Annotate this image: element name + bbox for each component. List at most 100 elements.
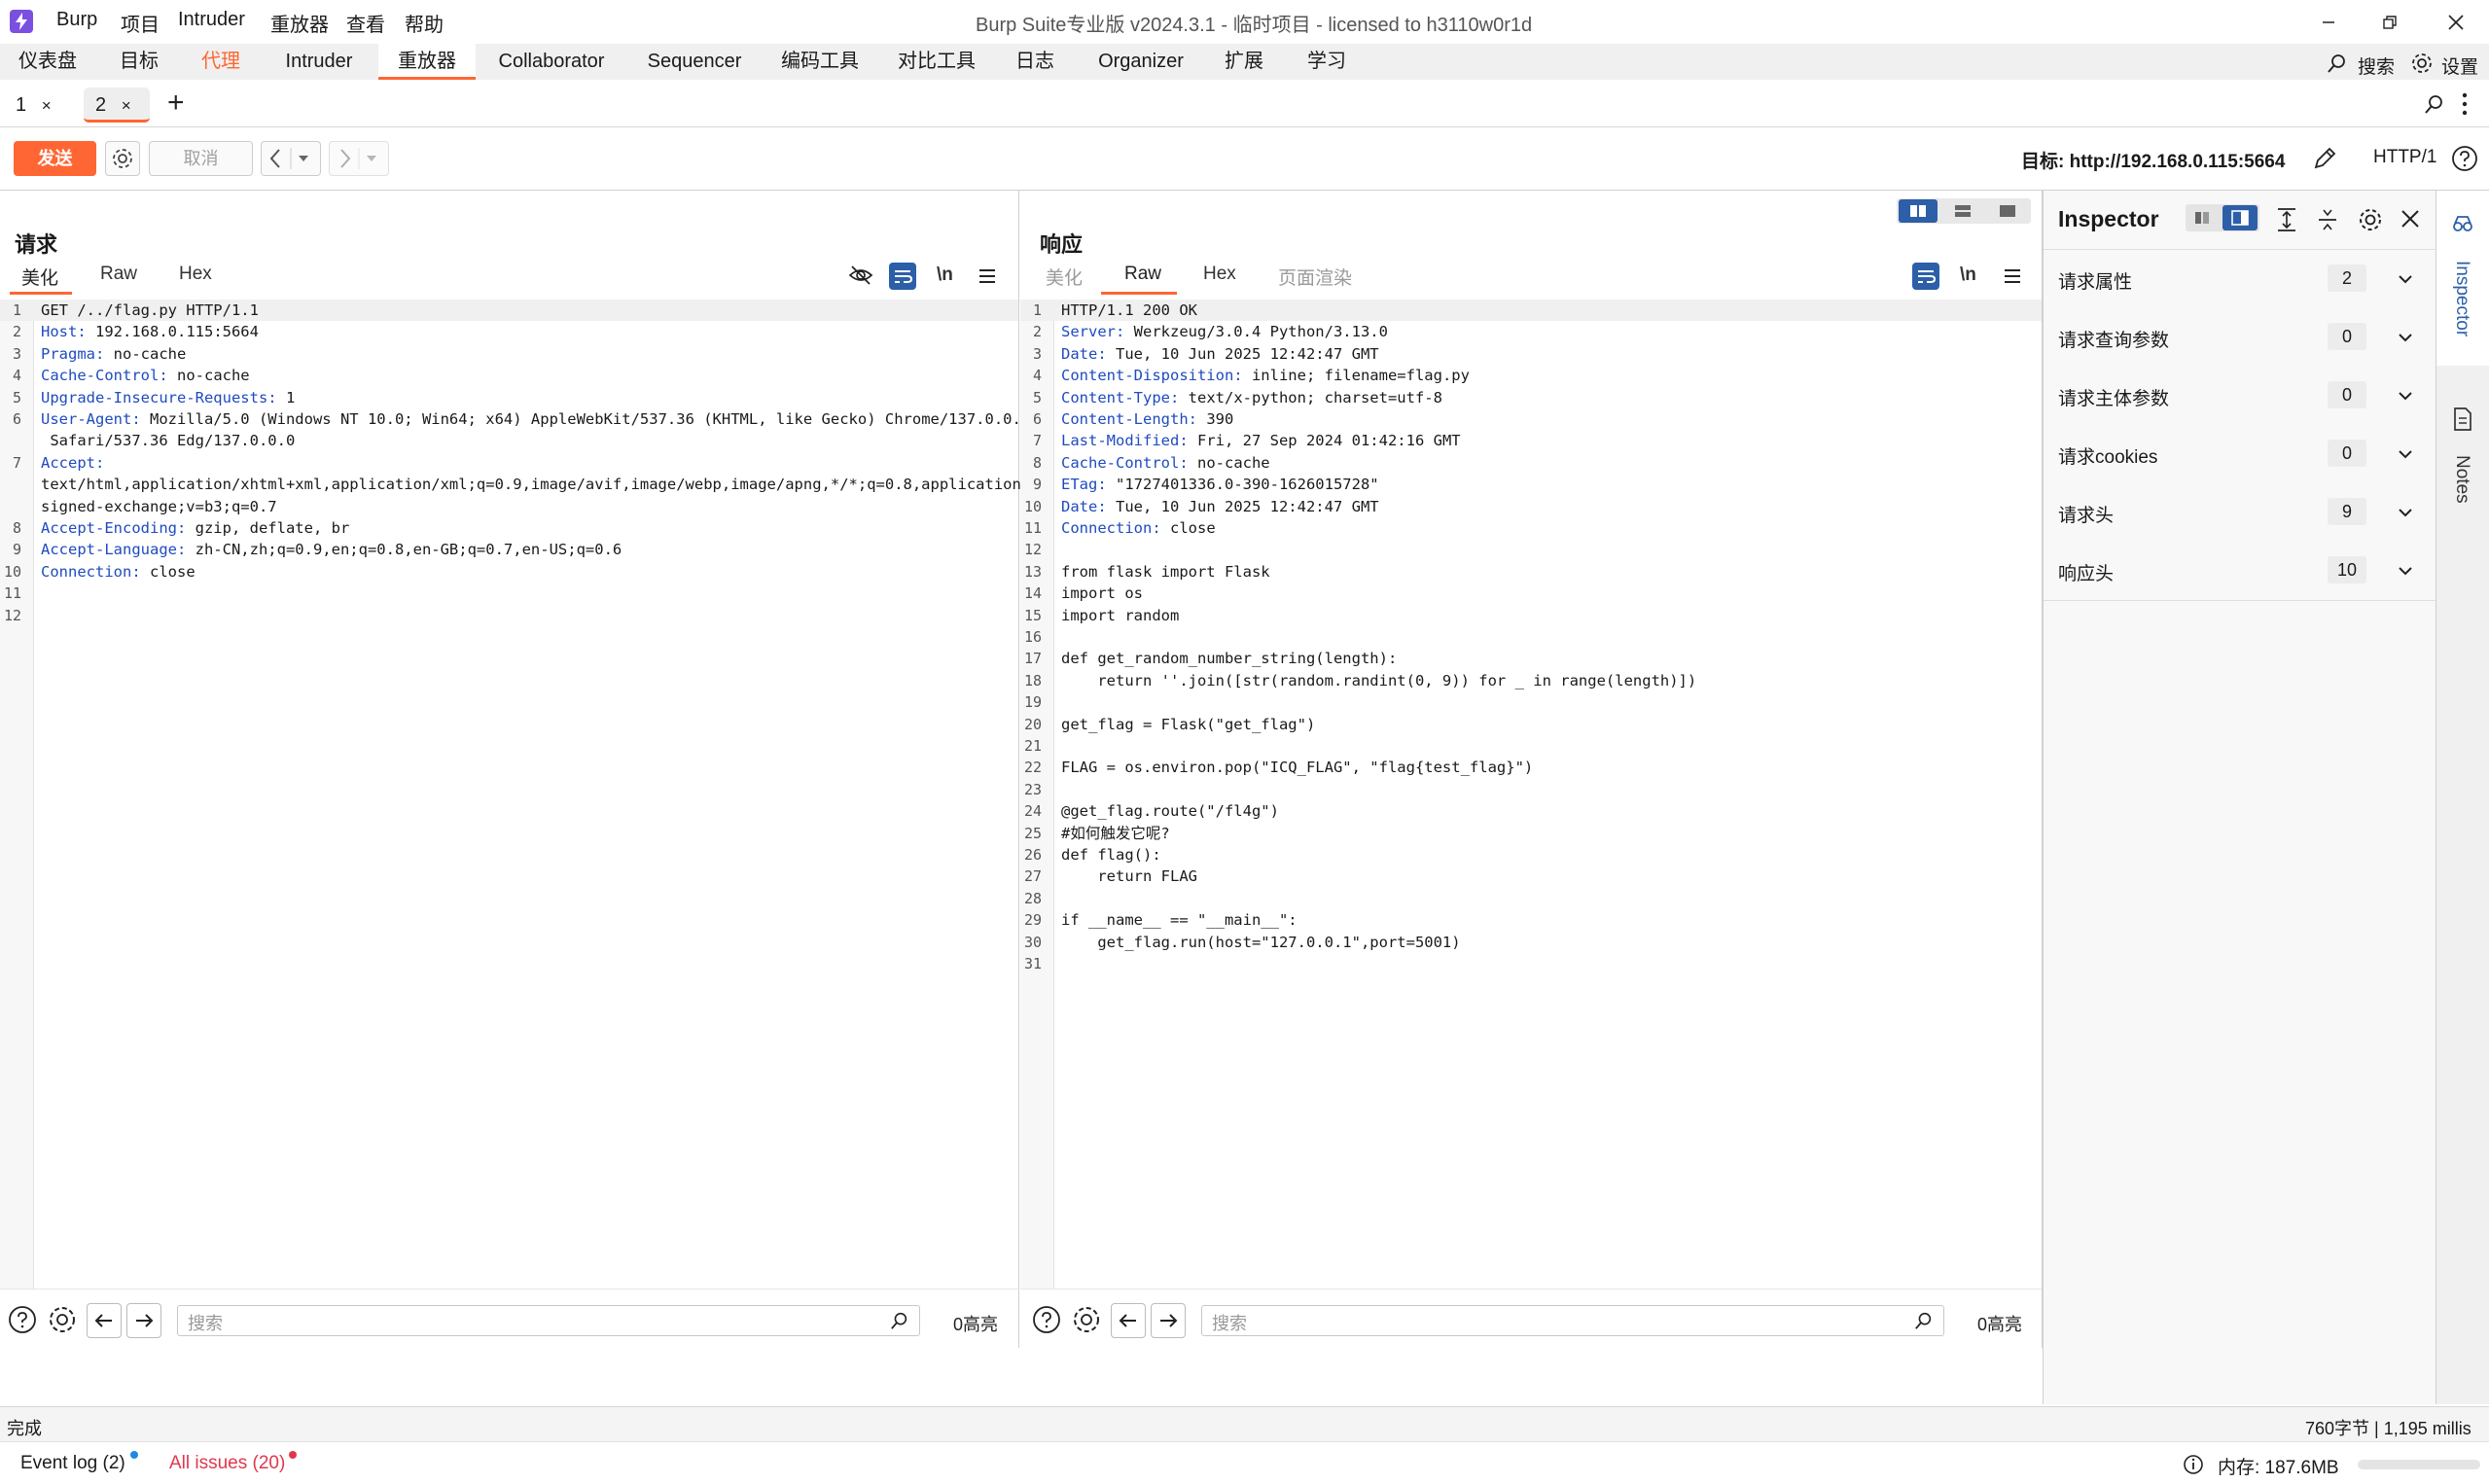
tab-decoder[interactable]: 编码工具 — [768, 44, 871, 80]
editor-line[interactable]: 7 Last-Modified: Fri, 27 Sep 2024 01:42:1… — [1020, 430, 2042, 451]
history-back-button[interactable] — [261, 141, 321, 176]
editor-line[interactable]: 3 Date: Tue, 10 Jun 2025 12:42:47 GMT — [1020, 343, 2042, 365]
chevron-down-icon[interactable] — [2396, 503, 2415, 522]
editor-line[interactable]: 22 FLAG = os.environ.pop("ICQ_FLAG", "fla… — [1020, 757, 2042, 778]
inspector-section[interactable]: 请求头 9 — [2044, 483, 2436, 543]
editor-line[interactable]: 14 import os — [1020, 583, 2042, 604]
editor-line[interactable]: 15 import random — [1020, 605, 2042, 626]
chevron-down-icon[interactable] — [2396, 386, 2415, 406]
editor-line[interactable]: 2 Host: 192.168.0.115:5664 — [0, 321, 1018, 342]
menu-view[interactable]: 查看 — [346, 9, 385, 37]
inspector-section[interactable]: 请求cookies 0 — [2044, 425, 2436, 484]
add-tab-button[interactable]: + — [167, 86, 185, 121]
editor-line[interactable]: 18 return ''.join([str(random.randint(0,… — [1020, 670, 2042, 691]
restore-button[interactable] — [2361, 0, 2419, 44]
editor-line[interactable]: 20 get_flag = Flask("get_flag") — [1020, 714, 2042, 735]
menu-icon[interactable] — [978, 266, 997, 286]
arrow-left-icon[interactable] — [87, 1303, 122, 1338]
editor-line[interactable]: 6 User-Agent: Mozilla/5.0 (Windows NT 10.… — [0, 408, 1030, 430]
close-icon[interactable] — [2400, 208, 2421, 230]
event-log-button[interactable]: Event log (2) — [20, 1453, 125, 1474]
response-tab-hex[interactable]: Hex — [1203, 264, 1236, 285]
tab-close-icon[interactable]: × — [42, 96, 52, 115]
cancel-button[interactable]: 取消 — [149, 141, 253, 176]
editor-line[interactable]: 1 HTTP/1.1 200 OK — [1020, 300, 2042, 322]
tab-target[interactable]: 目标 — [101, 44, 177, 80]
arrow-right-icon[interactable] — [126, 1303, 161, 1338]
response-editor[interactable]: 1 HTTP/1.1 200 OK 2 Server: Werkzeug/3.0.4 … — [1020, 300, 2042, 1290]
help-icon[interactable] — [1030, 1303, 1063, 1336]
editor-line[interactable]: 9 ETag: "1727401336.0-390-1626015728" — [1020, 474, 2042, 495]
layout-tabs-button[interactable] — [1988, 199, 2027, 223]
editor-line[interactable]: 3 Pragma: no-cache — [0, 343, 1018, 365]
tab-extensions[interactable]: 扩展 — [1212, 44, 1276, 80]
inspector-section[interactable]: 响应头 10 — [2044, 542, 2436, 601]
layout-side-by-side-button[interactable] — [1899, 199, 1938, 223]
editor-line[interactable]: 23 — [1020, 779, 2042, 800]
sidebar-tab-inspector[interactable]: Inspector — [2436, 191, 2489, 366]
editor-line[interactable]: 4 Content-Disposition: inline; filename=f… — [1020, 365, 2042, 386]
send-settings-button[interactable] — [105, 141, 140, 176]
gear-icon[interactable] — [1070, 1303, 1103, 1336]
editor-line[interactable]: 29 if __name__ == "__main__": — [1020, 909, 2042, 931]
editor-line[interactable]: 11 — [0, 583, 1018, 604]
tab-comparer[interactable]: 对比工具 — [885, 44, 988, 80]
chevron-down-icon[interactable] — [2396, 328, 2415, 347]
arrow-right-icon[interactable] — [1151, 1303, 1186, 1338]
inspector-section[interactable]: 请求主体参数 0 — [2044, 367, 2436, 426]
response-tab-render[interactable]: 页面渲染 — [1278, 264, 1352, 290]
editor-line[interactable]: 30 get_flag.run(host="127.0.0.1",port=50… — [1020, 932, 2042, 953]
help-icon[interactable] — [2451, 145, 2478, 172]
close-window-button[interactable] — [2427, 0, 2485, 44]
editor-line[interactable]: 25 #如何触发它呢? — [1020, 823, 2042, 844]
editor-line[interactable]: 5 Upgrade-Insecure-Requests: 1 — [0, 387, 1018, 408]
editor-line[interactable]: 8 Cache-Control: no-cache — [1020, 452, 2042, 474]
gear-icon[interactable] — [2357, 206, 2384, 233]
request-tab-raw[interactable]: Raw — [100, 264, 137, 285]
editor-line[interactable]: 10 Connection: close — [0, 561, 1018, 583]
all-issues-button[interactable]: All issues (20) — [169, 1453, 285, 1474]
gear-icon[interactable] — [46, 1303, 79, 1336]
tab-sequencer[interactable]: Sequencer — [638, 44, 751, 80]
editor-line[interactable]: 12 — [0, 605, 1018, 626]
editor-line[interactable]: 4 Cache-Control: no-cache — [0, 365, 1018, 386]
editor-line[interactable]: 11 Connection: close — [1020, 517, 2042, 539]
editor-line[interactable]: 10 Date: Tue, 10 Jun 2025 12:42:47 GMT — [1020, 496, 2042, 517]
editor-line[interactable]: text/html,application/xhtml+xml,applicat… — [0, 474, 1030, 495]
editor-line[interactable]: 7 Accept: — [0, 452, 1018, 474]
inspector-section[interactable]: 请求属性 2 — [2044, 250, 2436, 309]
repeater-tab-2[interactable]: 2 × — [84, 88, 150, 123]
tab-logger[interactable]: 日志 — [1002, 44, 1068, 80]
editor-line[interactable]: 27 return FLAG — [1020, 866, 2042, 887]
chevron-down-icon[interactable] — [2396, 269, 2415, 289]
tab-repeater[interactable]: 重放器 — [378, 44, 476, 80]
editor-line[interactable]: 1 GET /../flag.py HTTP/1.1 — [0, 300, 1018, 322]
inspector-section[interactable]: 请求查询参数 0 — [2044, 308, 2436, 368]
editor-line[interactable]: 8 Accept-Encoding: gzip, deflate, br — [0, 517, 1018, 539]
menu-icon[interactable] — [2003, 266, 2022, 286]
editor-line[interactable]: 17 def get_random_number_string(length): — [1020, 648, 2042, 669]
show-newlines-button[interactable]: \n — [1960, 265, 1976, 286]
editor-line[interactable]: 26 def flag(): — [1020, 844, 2042, 866]
menu-help[interactable]: 帮助 — [405, 9, 444, 37]
editor-line[interactable]: Safari/537.36 Edg/137.0.0.0 — [0, 430, 1018, 451]
hide-eye-icon[interactable] — [848, 263, 873, 288]
response-tab-raw[interactable]: Raw — [1124, 264, 1161, 285]
tab-proxy[interactable]: 代理 — [183, 44, 259, 80]
menu-burp[interactable]: Burp — [56, 9, 97, 31]
menu-intruder[interactable]: Intruder — [178, 9, 245, 31]
editor-line[interactable]: 2 Server: Werkzeug/3.0.4 Python/3.13.0 — [1020, 321, 2042, 342]
more-options-icon[interactable] — [2461, 91, 2469, 117]
tab-search-icon[interactable] — [2424, 93, 2445, 115]
wrap-lines-button[interactable] — [889, 263, 916, 290]
http-version-toggle[interactable]: HTTP/1 — [2373, 147, 2436, 168]
repeater-tab-1[interactable]: 1 × — [4, 88, 70, 123]
tab-close-icon[interactable]: × — [122, 96, 131, 115]
tab-dashboard[interactable]: 仪表盘 — [8, 44, 88, 80]
panel-right-button[interactable] — [2222, 205, 2258, 230]
panel-left-icon[interactable] — [2193, 210, 2211, 226]
editor-line[interactable]: 19 — [1020, 691, 2042, 713]
collapse-all-icon[interactable] — [2316, 207, 2339, 232]
menu-repeater[interactable]: 重放器 — [270, 9, 329, 37]
editor-line[interactable]: 31 — [1020, 953, 2042, 974]
